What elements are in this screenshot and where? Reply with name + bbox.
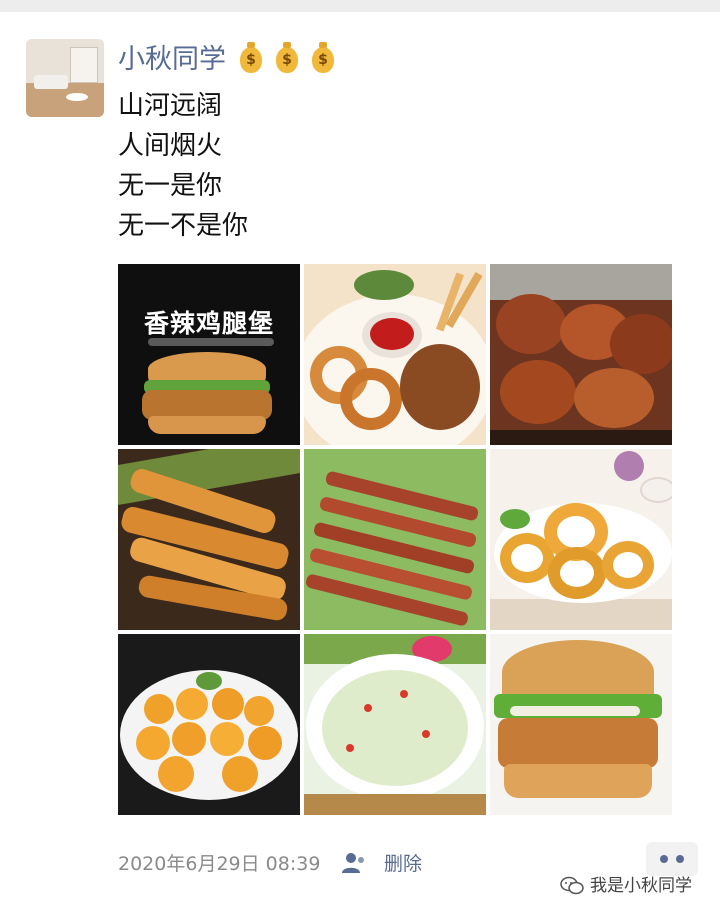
- cheese-ball: [222, 756, 258, 792]
- onion-ring: [340, 368, 402, 430]
- money-bag-icon: $: [240, 42, 262, 73]
- photo-grilled-skewers[interactable]: [304, 449, 486, 630]
- table-mat: [304, 794, 486, 815]
- avatar-window: [70, 47, 98, 83]
- garnish: [196, 672, 222, 690]
- watermark: 我是小秋同学: [560, 872, 692, 900]
- post-text-line: 人间烟火: [118, 131, 223, 161]
- photo-fried-rice[interactable]: [304, 634, 486, 815]
- photo-onion-rings[interactable]: [490, 449, 672, 630]
- burger-mayo: [510, 706, 640, 716]
- post-timestamp: 2020年6月29日 08:39: [118, 853, 321, 875]
- rice-vegetable: [364, 704, 372, 712]
- wings-plate-edge: [490, 430, 672, 445]
- onion-ring: [548, 547, 606, 599]
- photo-chicken-strips[interactable]: [118, 449, 300, 630]
- chicken-wing: [500, 360, 576, 424]
- username-link[interactable]: 小秋同学 $ $ $: [118, 40, 334, 80]
- cheese-ball: [176, 688, 208, 720]
- chicken-wing: [610, 314, 672, 374]
- more-dot: [676, 855, 684, 863]
- cheese-ball: [210, 722, 244, 756]
- friend-visibility-icon[interactable]: [340, 851, 366, 875]
- post-text-line: 无一是你: [118, 171, 223, 201]
- money-bag-icon: $: [312, 42, 334, 73]
- photo-grid: 香辣鸡腿堡: [118, 264, 672, 815]
- rice-vegetable: [422, 730, 430, 738]
- onion-garnish: [614, 451, 644, 481]
- poster-subtitle-bar: [148, 338, 274, 346]
- avatar[interactable]: [26, 39, 104, 117]
- avatar-sofa: [34, 75, 68, 89]
- burger-bun-bottom: [504, 764, 652, 798]
- burger-bun-bottom: [148, 416, 266, 434]
- burger-patty: [498, 718, 658, 768]
- ketchup: [370, 318, 414, 350]
- money-bag-icon: $: [276, 42, 298, 73]
- wechat-icon: [560, 876, 584, 895]
- post-text: 山河远阔 人间烟火 无一是你 无一不是你: [118, 86, 248, 246]
- photo-spicy-chicken-burger-poster[interactable]: 香辣鸡腿堡: [118, 264, 300, 445]
- garnish: [500, 509, 530, 529]
- cloth: [490, 599, 672, 630]
- garnish: [354, 270, 414, 300]
- post-text-line: 山河远阔: [118, 91, 223, 121]
- wings-background: [490, 264, 672, 300]
- rice-vegetable: [346, 744, 354, 752]
- fried-rice: [322, 670, 468, 786]
- photo-fried-chicken-onion-rings[interactable]: [304, 264, 486, 445]
- chicken-wing: [496, 294, 566, 354]
- cheese-ball: [158, 756, 194, 792]
- onion-ring: [602, 541, 654, 589]
- delete-button[interactable]: 删除: [384, 848, 422, 880]
- avatar-table: [66, 93, 88, 101]
- cheese-ball: [136, 726, 170, 760]
- top-status-strip: [0, 0, 720, 12]
- chicken-wing: [574, 368, 654, 428]
- username-text: 小秋同学: [118, 44, 226, 75]
- cheese-ball: [144, 694, 174, 724]
- watermark-text: 我是小秋同学: [590, 876, 692, 896]
- cheese-ball: [244, 696, 274, 726]
- sauce-dish: [640, 477, 672, 503]
- post-text-line: 无一不是你: [118, 211, 249, 241]
- photo-chicken-burger[interactable]: [490, 634, 672, 815]
- rice-vegetable: [400, 690, 408, 698]
- cheese-ball: [212, 688, 244, 720]
- poster-title: 香辣鸡腿堡: [143, 309, 274, 338]
- cheese-ball: [248, 726, 282, 760]
- more-dot: [660, 855, 668, 863]
- more-dots-icon[interactable]: [646, 842, 698, 876]
- photo-cheese-balls[interactable]: [118, 634, 300, 815]
- fried-chicken: [400, 344, 480, 430]
- cheese-ball: [172, 722, 206, 756]
- photo-chicken-wings[interactable]: [490, 264, 672, 445]
